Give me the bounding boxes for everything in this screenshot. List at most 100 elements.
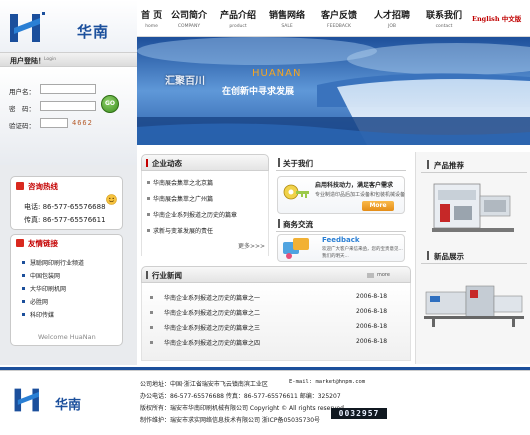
industry-news-date: 2006-8-18 [356, 308, 388, 315]
captcha-code: 4662 [72, 119, 93, 127]
username-input[interactable] [40, 84, 96, 94]
nav-product-label: 产品介绍 [220, 11, 257, 21]
nav-home-label: 首 页 [141, 11, 163, 21]
nav-company[interactable]: 公司简介 COMPANY [171, 8, 207, 29]
new-products-divider [421, 263, 527, 264]
footer-logo-icon [14, 388, 39, 412]
chat-icon [283, 238, 309, 259]
section-marker-icon [146, 271, 148, 279]
footer-phone: 办公电话：86-577-65576688 传真：86-577-65576611 … [140, 393, 341, 400]
about-text: 专业制造印品后加工设备和包装机械设备 [315, 192, 406, 198]
new-product-machine-image[interactable] [422, 268, 526, 332]
huanan-logo-icon [10, 12, 45, 42]
industry-news-item[interactable]: 华南企业系列报道之历史的篇章之一 [164, 293, 260, 302]
link-bullet-icon [22, 274, 25, 277]
language-switch[interactable]: English 中文版 [472, 13, 521, 23]
captcha-label: 验证码： [9, 122, 35, 130]
footer-logo-text: 华南 [55, 398, 82, 413]
company-news-item[interactable]: 求新与变革发展的责任 [153, 226, 213, 235]
nav-company-sub: COMPANY [177, 24, 201, 29]
news-bullet-icon [150, 311, 153, 314]
section-marker-icon [146, 159, 148, 167]
banner-waterfall-image [137, 37, 530, 145]
company-news-item[interactable]: 华南展会集萃之广州篇 [153, 194, 213, 203]
link-item[interactable]: 科印传媒 [30, 310, 54, 319]
news-bullet-icon [150, 326, 153, 329]
footer-email[interactable]: E-mail: market@hnpm.com [289, 379, 365, 385]
section-marker-icon [427, 251, 429, 260]
nav-sale-label: 销售网络 [269, 11, 306, 21]
news-bullet-icon [147, 181, 150, 184]
link-icon [16, 239, 24, 247]
industry-news-title: 行业新闻 [152, 271, 182, 280]
login-panel [0, 67, 137, 165]
section-marker-icon [427, 160, 429, 169]
login-go-button[interactable]: GO [101, 95, 119, 113]
products-divider [421, 172, 527, 173]
smiley-icon [106, 194, 117, 205]
industry-news-item[interactable]: 华南企业系列报道之历史的篇章之二 [164, 308, 260, 317]
nav-contact-label: 联系我们 [426, 11, 463, 21]
products-title: 产品推荐 [434, 161, 464, 170]
password-input[interactable] [40, 101, 96, 111]
captcha-input[interactable] [40, 118, 68, 128]
industry-news-item[interactable]: 华南企业系列报道之历史的篇章之三 [164, 323, 260, 332]
login-subtitle: Login [44, 57, 57, 62]
company-news-title: 企业动态 [152, 159, 182, 168]
link-item[interactable]: 中国包装网 [30, 271, 60, 280]
link-item[interactable]: 慧聪网印刷行业频道 [30, 258, 84, 267]
nav-contact-sub: contact [435, 24, 453, 29]
news-bullet-icon [150, 296, 153, 299]
nav-product[interactable]: 产品介绍 product [220, 8, 256, 29]
nav-home-sub: home [145, 24, 158, 29]
about-divider [276, 170, 406, 171]
phone-icon [16, 182, 24, 190]
product-machine-image[interactable] [424, 176, 524, 238]
news-bullet-icon [147, 213, 150, 216]
nav-feedback-sub: FEEDBACK [327, 24, 351, 29]
feedback-divider [276, 231, 406, 232]
footer-copyright: 版权所有：瑞安市华南印刷机械有限公司 Copyright © All right… [140, 405, 344, 412]
nav-product-sub: product [229, 24, 247, 29]
footer-address: 公司地址：中国·浙江省瑞安市飞云镇南滨工业区 [140, 381, 268, 388]
nav-company-label: 公司简介 [171, 11, 208, 21]
news-bullet-icon [147, 229, 150, 232]
hotline-title: 咨询热线 [28, 182, 58, 191]
nav-sale[interactable]: 销售网络 SALE [269, 8, 305, 29]
link-bullet-icon [22, 261, 25, 264]
section-marker-icon [278, 219, 280, 228]
industry-news-date: 2006-8-18 [356, 338, 388, 345]
industry-news-date: 2006-8-18 [356, 323, 388, 330]
footer-maker: 制作维护：瑞安市求实网络信息技术有限公司 浙ICP备05035730号 [140, 417, 321, 424]
company-news-item[interactable]: 华南企业系列报道之历史的篇章 [153, 210, 237, 219]
hotline-fax: 传真: 86-577-65576611 [24, 216, 106, 224]
link-item[interactable]: 必胜网 [30, 297, 48, 306]
about-more-button[interactable]: More [362, 201, 394, 211]
keys-icon [283, 184, 309, 200]
feedback-title: 商务交流 [283, 220, 313, 229]
links-title: 友情链接 [28, 239, 58, 248]
banner-slogan-en: HUANAN [252, 68, 302, 79]
industry-news-item[interactable]: 华南企业系列报道之历史的篇章之四 [164, 338, 260, 347]
login-title: 用户登陆！ [10, 57, 45, 65]
nav-feedback-label: 客户反馈 [321, 11, 358, 21]
nav-contact[interactable]: 联系我们 contact [426, 8, 462, 29]
logo-text: 华南 [77, 23, 110, 41]
company-news-item[interactable]: 华南展会集萃之北京篇 [153, 178, 213, 187]
industry-news-date: 2006-8-18 [356, 293, 388, 300]
welcome-text: Welcome HuaNan [38, 333, 96, 341]
nav-job[interactable]: 人才招聘 JOB [374, 8, 410, 29]
company-news-more-link[interactable]: 更多>>> [238, 241, 265, 250]
link-bullet-icon [22, 313, 25, 316]
link-item[interactable]: 大华印刷机网 [30, 284, 66, 293]
more-arrow-icon [367, 273, 374, 278]
nav-feedback[interactable]: 客户反馈 FEEDBACK [321, 8, 357, 29]
nav-home[interactable]: 首 页 home [141, 8, 162, 29]
banner-slogan-cn: 汇聚百川 [165, 76, 205, 87]
industry-news-more-link[interactable]: more [377, 272, 390, 278]
feedback-text-2: 我们的明天... [322, 254, 349, 259]
password-label: 密 码： [9, 105, 35, 113]
news-bullet-icon [150, 341, 153, 344]
about-headline: 启用科技动力，满足客户需求 [315, 182, 394, 189]
hotline-phone: 电话: 86-577-65576688 [24, 203, 106, 211]
